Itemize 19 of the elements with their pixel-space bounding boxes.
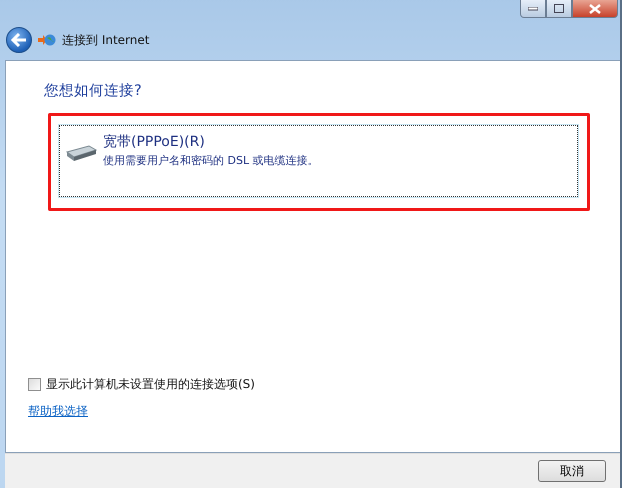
cancel-button[interactable]: 取消 [538,460,606,482]
modem-icon [65,143,97,163]
window-title: 连接到 Internet [62,32,150,48]
maximize-icon [554,4,564,13]
minimize-button[interactable] [520,0,546,18]
help-link[interactable]: 帮助我选择 [28,403,88,420]
page-heading: 您想如何连接? [44,82,142,100]
close-button[interactable] [572,0,618,18]
checkbox-label: 显示此计算机未设置使用的连接选项(S) [46,376,255,393]
back-arrow-icon [11,33,27,47]
maximize-button[interactable] [546,0,572,18]
option-title: 宽带(PPPoE)(R) [103,133,206,151]
back-button[interactable] [6,27,32,53]
close-icon [589,4,601,14]
checkbox[interactable] [28,378,41,391]
connection-option[interactable]: 宽带(PPPoE)(R) 使用需要用户名和密码的 DSL 或电缆连接。 [58,124,579,198]
option-description: 使用需要用户名和密码的 DSL 或电缆连接。 [103,153,319,168]
minimize-icon [528,6,538,10]
globe-icon [38,33,56,47]
